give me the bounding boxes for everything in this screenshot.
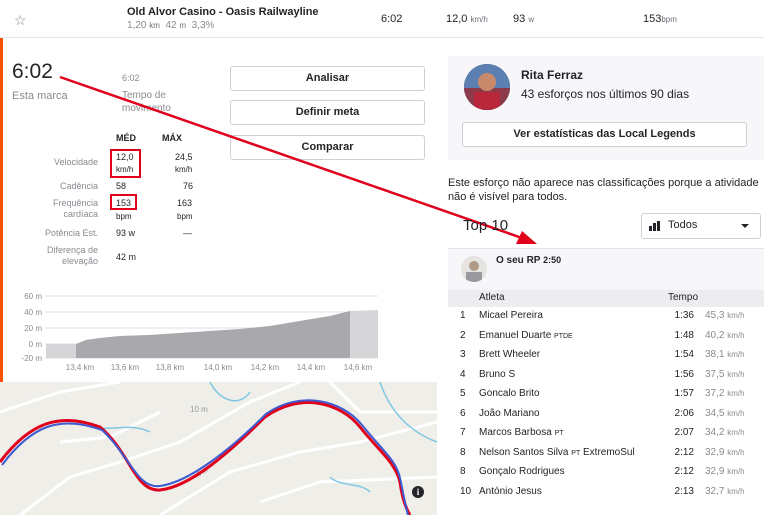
leaderboard-rank: 4 <box>460 368 466 380</box>
leaderboard-rank: 10 <box>460 485 472 497</box>
leaderboard-col-athlete: Atleta <box>479 292 505 303</box>
pr-time: 2:50 <box>543 255 562 265</box>
leaderboard-athlete-name[interactable]: Bruno S <box>479 369 515 380</box>
country-badge: PT <box>571 449 581 457</box>
leaderboard-speed: 34,5 km/h <box>705 408 745 419</box>
leaderboard-athlete[interactable]: Nelson Santos Silva PT ExtremoSul <box>479 447 635 458</box>
leaderboard-time[interactable]: 2:12 <box>675 447 694 458</box>
leaderboard-speed-unit: km/h <box>727 486 745 496</box>
leaderboard-row[interactable]: 6 João Mariano 2:06 34,5 km/h <box>448 405 764 424</box>
leaderboard-athlete-name[interactable]: Nelson Santos Silva <box>479 447 569 458</box>
leaderboard-athlete[interactable]: Gonçalo Rodrigues <box>479 466 565 477</box>
leaderboard-speed-value: 32,9 <box>705 466 725 477</box>
leaderboard-speed-value: 32,7 <box>705 485 725 497</box>
leaderboard-time[interactable]: 1:56 <box>675 369 694 380</box>
leaderboard-speed-value: 34,5 <box>705 407 725 419</box>
leaderboard-athlete-name[interactable]: António Jesus <box>479 486 542 497</box>
country-badge: PTDE <box>554 332 573 340</box>
pr-avatar <box>461 256 487 282</box>
country-badge: PT <box>554 430 564 437</box>
leaderboard-time[interactable]: 1:36 <box>675 310 694 321</box>
leaderboard-speed-unit: km/h <box>727 447 745 457</box>
pr-label-text: O seu RP <box>496 255 541 266</box>
leaderboard-row[interactable]: 5 Goncalo Brito 1:57 37,2 km/h <box>448 385 764 404</box>
leaderboard-speed-unit: km/h <box>727 350 745 359</box>
leaderboard-speed-unit: km/h <box>727 467 745 476</box>
leaderboard-athlete[interactable]: Goncalo Brito <box>479 388 540 399</box>
leaderboard-speed-unit: km/h <box>727 369 745 379</box>
leaderboard-row[interactable]: 3 Brett Wheeler 1:54 38,1 km/h <box>448 346 764 365</box>
leaderboard-row[interactable]: 10 António Jesus 2:13 32,7 km/h <box>448 483 764 502</box>
leaderboard-time[interactable]: 1:54 <box>675 349 694 360</box>
leaderboard-speed: 40,2 km/h <box>705 330 745 341</box>
leaderboard-rank: 8 <box>460 466 466 477</box>
arrow-head <box>516 231 537 244</box>
leaderboard-athlete[interactable]: Brett Wheeler <box>479 349 540 360</box>
leaderboard-rank: 2 <box>460 329 466 341</box>
leaderboard-athlete-name[interactable]: Emanuel Duarte <box>479 330 551 341</box>
leaderboard-speed-unit: km/h <box>727 389 745 398</box>
leaderboard-speed-value: 34,2 <box>705 427 725 438</box>
leaderboard-rank: 6 <box>460 407 466 419</box>
leaderboard-row[interactable]: 8 Gonçalo Rodrigues 2:12 32,9 km/h <box>448 463 764 482</box>
leaderboard-speed: 34,2 km/h <box>705 427 745 438</box>
bar-chart-icon <box>649 221 660 231</box>
leaderboard-filter-label: Todos <box>668 219 698 231</box>
leaderboard-row[interactable]: 2 Emanuel Duarte PTDE 1:48 40,2 km/h <box>448 327 764 346</box>
leaderboard-col-time: Tempo <box>668 292 699 303</box>
leaderboard-athlete-name[interactable]: Goncalo Brito <box>479 388 540 399</box>
leaderboard-speed: 32,7 km/h <box>705 486 745 497</box>
leaderboard-athlete[interactable]: Marcos Barbosa PT <box>479 427 564 438</box>
leaderboard-time[interactable]: 2:13 <box>675 486 694 497</box>
leaderboard-speed-value: 37,5 <box>705 368 725 380</box>
leaderboard-speed: 32,9 km/h <box>705 447 745 458</box>
leaderboard-time[interactable]: 2:12 <box>675 466 694 477</box>
chevron-down-icon <box>741 224 749 228</box>
leaderboard-speed-unit: km/h <box>727 311 745 320</box>
leaderboard-athlete-name[interactable]: João Mariano <box>479 408 540 419</box>
leaderboard-speed-unit: km/h <box>727 330 745 340</box>
leaderboard-athlete-name[interactable]: Micael Pereira <box>479 310 543 321</box>
leaderboard-row[interactable]: 7 Marcos Barbosa PT 2:07 34,2 km/h <box>448 424 764 443</box>
pr-label: O seu RP 2:50 <box>496 255 561 266</box>
leaderboard-speed: 37,2 km/h <box>705 388 745 399</box>
leaderboard-speed-value: 37,2 <box>705 388 725 399</box>
leaderboard-speed-value: 45,3 <box>705 310 725 321</box>
leaderboard-rank: 8 <box>460 446 466 458</box>
leaderboard-speed: 32,9 km/h <box>705 466 745 477</box>
arrow-line <box>59 75 523 240</box>
leaderboard-time[interactable]: 2:06 <box>675 408 694 419</box>
leaderboard-rank: 1 <box>460 310 466 321</box>
leaderboard-row[interactable]: 8 Nelson Santos Silva PT ExtremoSul 2:12 32… <box>448 444 764 463</box>
leaderboard-athlete[interactable]: Micael Pereira <box>479 310 543 321</box>
leaderboard-speed-value: 32,9 <box>705 446 725 458</box>
athlete-club-suffix: ExtremoSul <box>583 446 635 458</box>
leaderboard-speed-unit: km/h <box>727 428 745 437</box>
leaderboard-speed: 45,3 km/h <box>705 310 745 321</box>
leaderboard-speed-value: 40,2 <box>705 329 725 341</box>
leaderboard-speed: 37,5 km/h <box>705 369 745 380</box>
leaderboard-row[interactable]: 1 Micael Pereira 1:36 45,3 km/h <box>448 307 764 326</box>
leaderboard-athlete[interactable]: Emanuel Duarte PTDE <box>479 330 573 341</box>
leaderboard-time[interactable]: 1:48 <box>675 330 694 341</box>
leaderboard-athlete[interactable]: António Jesus <box>479 486 542 497</box>
leaderboard-speed-unit: km/h <box>727 408 745 418</box>
pr-avatar-image <box>461 256 487 282</box>
leaderboard-time[interactable]: 2:07 <box>675 427 694 438</box>
leaderboard-athlete[interactable]: Bruno S <box>479 369 515 380</box>
leaderboard-time[interactable]: 1:57 <box>675 388 694 399</box>
leaderboard-athlete-name[interactable]: Marcos Barbosa <box>479 427 552 438</box>
leaderboard-rank: 7 <box>460 427 466 438</box>
leaderboard-rank: 5 <box>460 388 466 399</box>
leaderboard-athlete-name[interactable]: Gonçalo Rodrigues <box>479 466 565 477</box>
leaderboard-athlete-name[interactable]: Brett Wheeler <box>479 349 540 360</box>
leaderboard-speed: 38,1 km/h <box>705 349 745 360</box>
leaderboard-row[interactable]: 4 Bruno S 1:56 37,5 km/h <box>448 366 764 385</box>
leaderboard-speed-value: 38,1 <box>705 349 725 360</box>
leaderboard-rank: 3 <box>460 349 466 360</box>
leaderboard-athlete[interactable]: João Mariano <box>479 408 540 419</box>
leaderboard-title: Top 10 <box>463 217 509 234</box>
